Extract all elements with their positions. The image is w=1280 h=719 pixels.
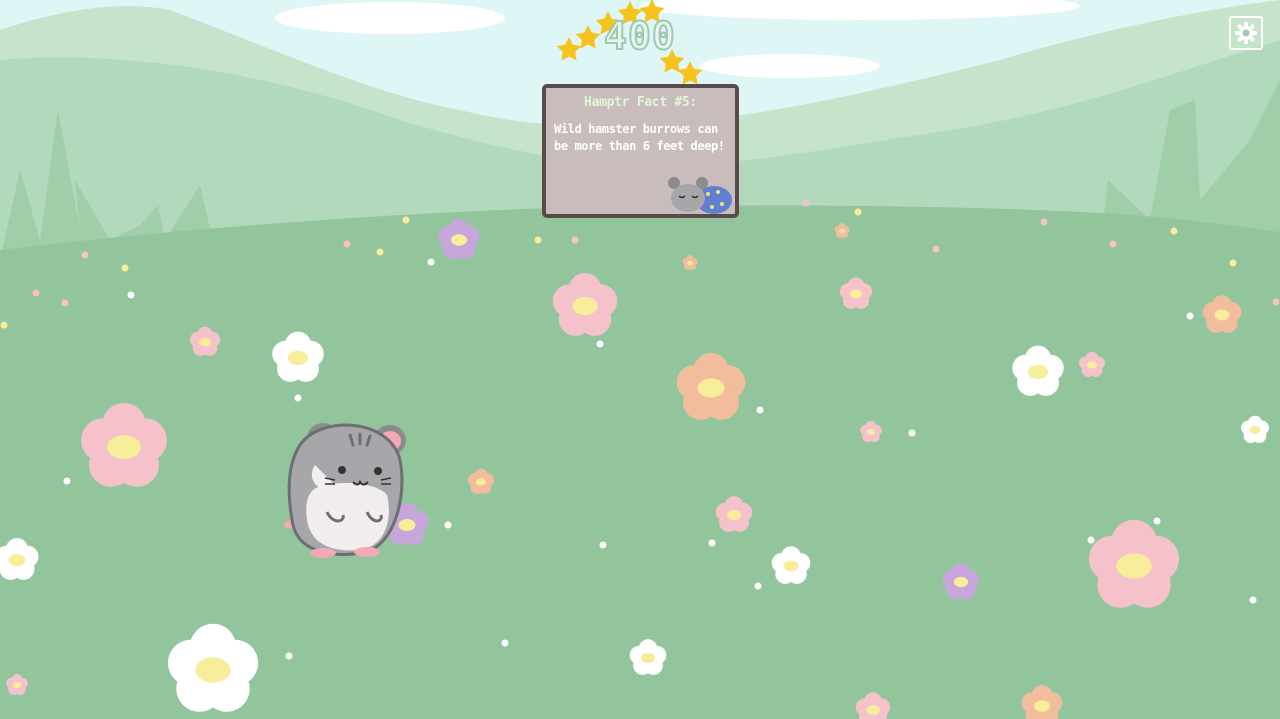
- meadow-dot: [1249, 596, 1257, 604]
- meadow-dot: [754, 582, 762, 590]
- meadow-dot: [285, 652, 293, 660]
- meadow-dot: [1186, 312, 1194, 320]
- meadow-dot: [63, 477, 71, 485]
- fact-title: Hamptr Fact #5:: [584, 95, 697, 110]
- meadow-dot: [1170, 227, 1178, 235]
- meadow-dot: [343, 240, 351, 248]
- meadow-dot: [908, 429, 916, 437]
- meadow-dot: [854, 208, 862, 216]
- meadow-dot: [376, 248, 384, 256]
- meadow-dot: [402, 216, 410, 224]
- meadow-dot: [1040, 218, 1048, 226]
- hamster-player[interactable]: [283, 423, 406, 558]
- meadow-dot: [571, 236, 579, 244]
- meadow-dot: [1153, 517, 1161, 525]
- score-counter: 400: [603, 13, 676, 59]
- meadow-dot: [1272, 298, 1280, 306]
- sleeping-hamster-icon: [668, 177, 732, 214]
- meadow-dot: [81, 251, 89, 259]
- meadow-dot: [32, 289, 40, 297]
- meadow-dot: [596, 340, 604, 348]
- fact-text: Wild hamster burrows can be more than 6 …: [554, 122, 725, 153]
- meadow-dot: [708, 539, 716, 547]
- meadow-dot: [1229, 259, 1237, 267]
- meadow-dot: [534, 236, 542, 244]
- hamster-foot-left: [310, 548, 336, 558]
- hamster-foot-right: [354, 547, 380, 557]
- meadow-dot: [0, 321, 8, 329]
- meadow-dot: [501, 639, 509, 647]
- meadow-dot: [127, 291, 135, 299]
- meadow-dot: [756, 406, 764, 414]
- meadow-dot: [802, 199, 810, 207]
- settings-button[interactable]: [1229, 16, 1263, 50]
- gear-icon: [1235, 22, 1257, 44]
- hamster-belly: [306, 483, 389, 551]
- meadow-dot: [427, 258, 435, 266]
- hamster-fact-card: Hamptr Fact #5: Wild hamster burrows can…: [542, 84, 739, 218]
- meadow-dot: [121, 264, 129, 272]
- meadow-dot: [61, 299, 69, 307]
- meadow-dot: [444, 521, 452, 529]
- meadow-dot: [599, 541, 607, 549]
- meadow-dot: [932, 245, 940, 253]
- meadow-dot: [1109, 240, 1117, 248]
- hamster-eye-right: [374, 467, 382, 475]
- meadow-dot: [1087, 536, 1095, 544]
- meadow-dot: [294, 394, 302, 402]
- hamster-eye-left: [338, 466, 346, 474]
